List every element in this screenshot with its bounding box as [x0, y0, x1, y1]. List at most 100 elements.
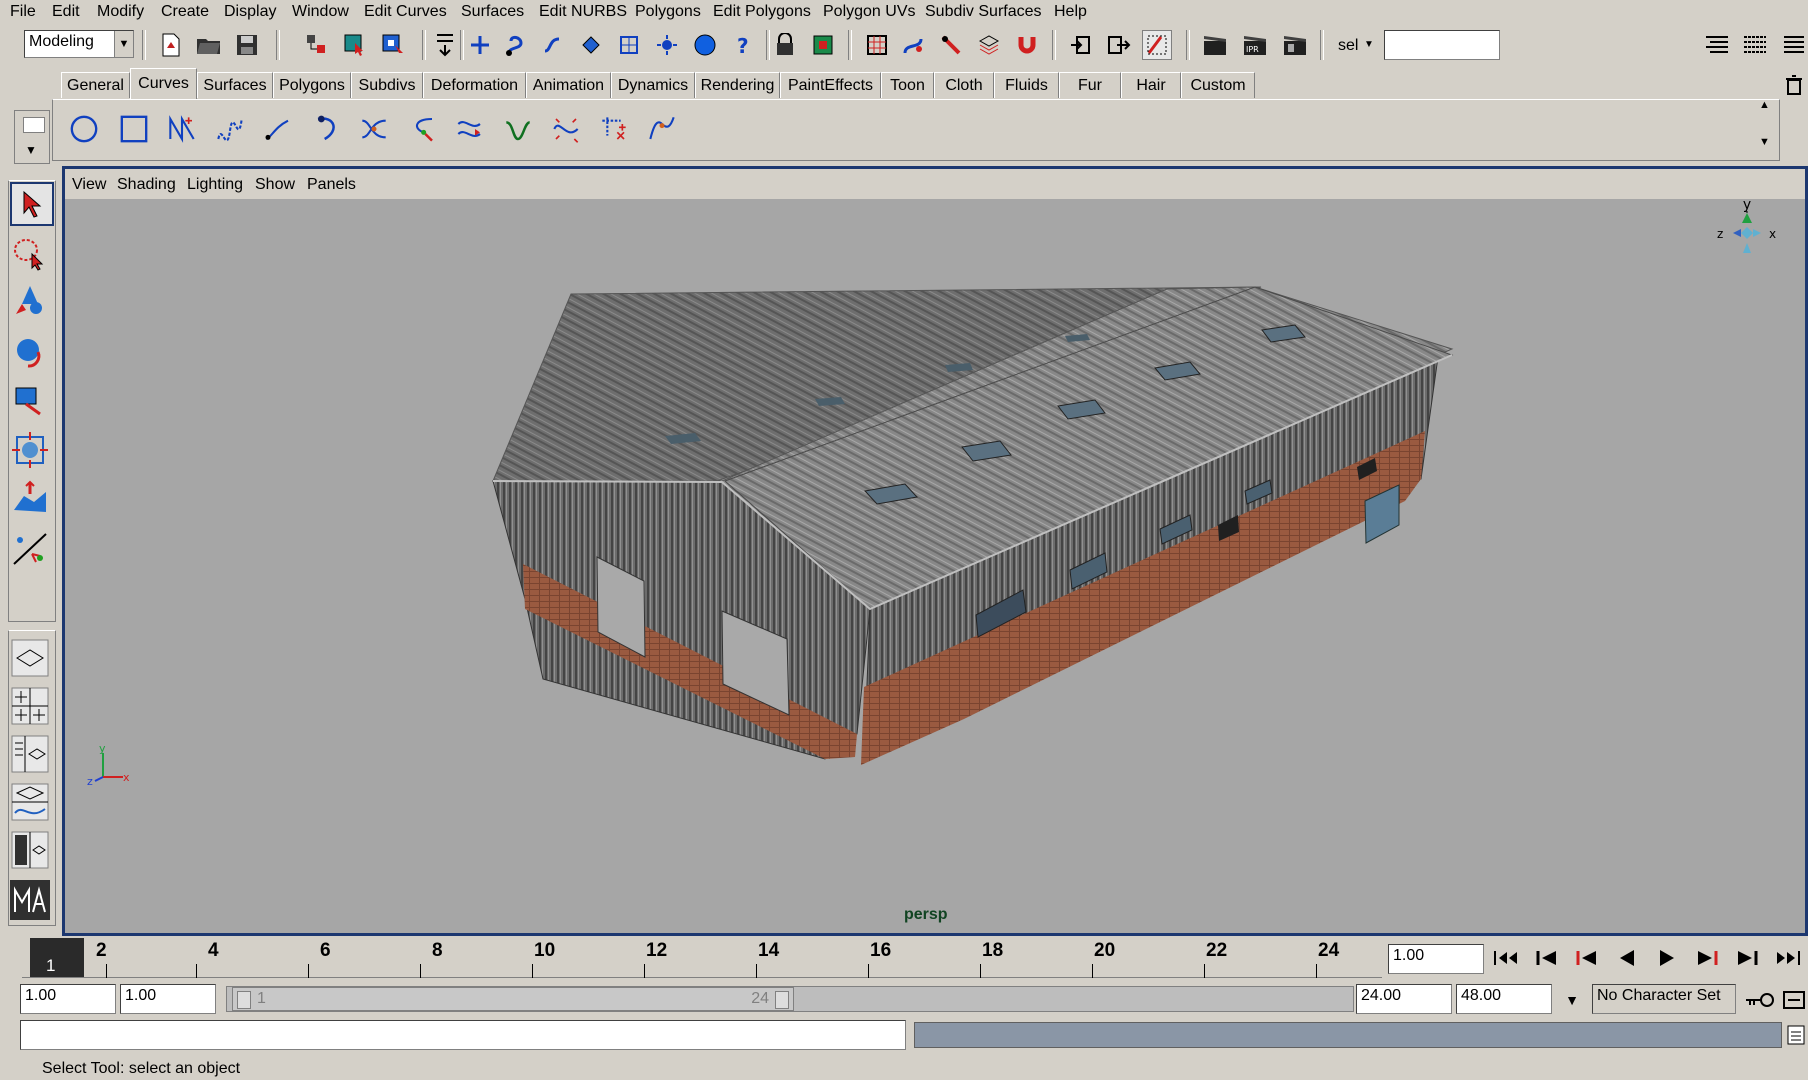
attach-curves-icon[interactable] [359, 114, 389, 144]
lasso-tool-icon[interactable] [8, 232, 52, 276]
tab-hair[interactable]: Hair [1121, 72, 1181, 98]
paint-select-icon[interactable] [1142, 30, 1172, 60]
arc-tool-icon[interactable] [313, 114, 343, 144]
input-ops-icon[interactable] [1066, 30, 1096, 60]
menu-file[interactable]: File [10, 3, 36, 21]
view-cube-icon[interactable]: y x z [1709, 199, 1785, 273]
pencil-curve-tool-icon[interactable] [263, 114, 293, 144]
output-ops-icon[interactable] [1104, 30, 1134, 60]
current-frame-marker[interactable]: 1 [30, 938, 84, 978]
nurbs-circle-icon[interactable] [69, 114, 99, 144]
menu-create[interactable]: Create [161, 3, 209, 21]
tab-fluids[interactable]: Fluids [994, 72, 1059, 98]
menu-polygon-uvs[interactable]: Polygon UVs [823, 3, 916, 21]
play-forwards-icon[interactable] [1650, 942, 1684, 974]
outliner-layout-icon[interactable] [8, 732, 52, 776]
playback-start-field[interactable]: 1.00 [120, 984, 216, 1014]
lock-icon[interactable] [770, 30, 800, 60]
curve-edit-icon[interactable] [936, 30, 966, 60]
attribute-editor-toggle-icon[interactable] [1776, 30, 1806, 60]
layer-editor-toggle-icon[interactable] [1740, 30, 1770, 60]
select-object-icon[interactable] [340, 30, 370, 60]
channel-box-toggle-icon[interactable] [1702, 30, 1732, 60]
hypershade-layout-icon[interactable] [8, 828, 52, 872]
character-set-selector[interactable]: No Character Set [1592, 984, 1736, 1014]
detach-curves-icon[interactable] [407, 114, 437, 144]
magnet-icon[interactable] [1012, 30, 1042, 60]
move-tool-icon[interactable] [8, 280, 52, 324]
menu-subdiv-surfaces[interactable]: Subdiv Surfaces [925, 3, 1042, 21]
step-back-frame-icon[interactable] [1530, 942, 1564, 974]
tab-painteffects[interactable]: PaintEffects [780, 72, 881, 98]
four-view-layout-icon[interactable] [8, 684, 52, 728]
shelf-menu-button[interactable]: ▼ [14, 110, 50, 164]
rebuild-curve-icon[interactable] [599, 114, 629, 144]
nurbs-square-icon[interactable] [119, 114, 149, 144]
tab-toon[interactable]: Toon [881, 72, 934, 98]
surface-edit-icon[interactable] [974, 30, 1004, 60]
go-to-end-icon[interactable] [1770, 942, 1804, 974]
graph-editor-layout-icon[interactable] [8, 780, 52, 824]
ipr-render-icon[interactable]: IPR [1240, 30, 1270, 60]
shelf-scroll-up-icon[interactable]: ▲ [1759, 99, 1770, 111]
chevron-down-icon[interactable]: ▼ [1364, 39, 1374, 50]
tab-dynamics[interactable]: Dynamics [611, 72, 695, 98]
menu-surfaces[interactable]: Surfaces [461, 3, 524, 21]
menu-edit[interactable]: Edit [52, 3, 80, 21]
select-by-name-input[interactable] [1384, 30, 1500, 60]
highlight-selection-icon[interactable] [808, 30, 838, 60]
warehouse-model[interactable] [65, 199, 1805, 933]
tab-surfaces[interactable]: Surfaces [197, 72, 273, 98]
step-forward-key-icon[interactable] [1690, 942, 1724, 974]
tab-fur[interactable]: Fur [1059, 72, 1121, 98]
tab-animation[interactable]: Animation [526, 72, 611, 98]
animation-preferences-icon[interactable] [1782, 988, 1806, 1012]
viewport-menu-shading[interactable]: Shading [117, 176, 176, 194]
start-time-field[interactable]: 1.00 [20, 984, 116, 1014]
help-icon[interactable]: ? [728, 30, 758, 60]
rotate-tool-icon[interactable] [8, 330, 52, 374]
render-globals-icon[interactable] [1280, 30, 1310, 60]
tab-cloth[interactable]: Cloth [934, 72, 994, 98]
range-slider-right-handle[interactable] [775, 991, 789, 1009]
viewport-menu-view[interactable]: View [72, 176, 106, 194]
select-component-icon[interactable] [378, 30, 408, 60]
menu-polygons[interactable]: Polygons [635, 3, 701, 21]
range-slider-left-handle[interactable] [237, 991, 251, 1009]
mode-selector[interactable]: Modeling ▼ [24, 30, 134, 58]
step-back-key-icon[interactable] [1570, 942, 1604, 974]
shelf-scroll-down-icon[interactable]: ▼ [1759, 136, 1770, 148]
select-hierarchy-icon[interactable] [302, 30, 332, 60]
scale-tool-icon[interactable] [8, 378, 52, 422]
script-editor-icon[interactable] [1786, 1024, 1806, 1046]
cv-curve-tool-icon[interactable] [167, 114, 197, 144]
history-icon[interactable] [652, 30, 682, 60]
menu-edit-nurbs[interactable]: Edit NURBS [539, 3, 627, 21]
playback-end-field[interactable]: 24.00 [1356, 984, 1452, 1014]
single-perspective-layout-icon[interactable] [8, 636, 52, 680]
menu-modify[interactable]: Modify [97, 3, 144, 21]
menu-window[interactable]: Window [292, 3, 349, 21]
snap-to-view-plane-icon[interactable] [576, 30, 606, 60]
chevron-down-icon[interactable]: ▼ [1556, 986, 1588, 1014]
soft-modification-icon[interactable] [8, 476, 52, 520]
viewport-menu-panels[interactable]: Panels [307, 176, 356, 194]
render-frame-icon[interactable] [1200, 30, 1230, 60]
extend-curve-icon[interactable] [503, 114, 533, 144]
render-view-icon[interactable] [690, 30, 720, 60]
insert-knot-icon[interactable] [455, 114, 485, 144]
viewport-menu-lighting[interactable]: Lighting [187, 176, 243, 194]
universal-manipulator-icon[interactable] [8, 428, 52, 472]
tab-rendering[interactable]: Rendering [695, 72, 780, 98]
chevron-down-icon[interactable]: ▼ [114, 31, 133, 57]
filter-icon[interactable] [430, 30, 460, 60]
tab-polygons[interactable]: Polygons [273, 72, 351, 98]
range-slider-bar[interactable]: 1 24 [232, 987, 794, 1011]
tab-curves[interactable]: Curves [130, 68, 197, 99]
tab-general[interactable]: General [61, 72, 130, 98]
snap-to-point-icon[interactable] [538, 30, 568, 60]
ep-curve-tool-icon[interactable] [215, 114, 245, 144]
command-line-input[interactable] [20, 1020, 906, 1050]
tab-custom[interactable]: Custom [1181, 72, 1255, 98]
select-tool-icon[interactable] [10, 182, 54, 226]
